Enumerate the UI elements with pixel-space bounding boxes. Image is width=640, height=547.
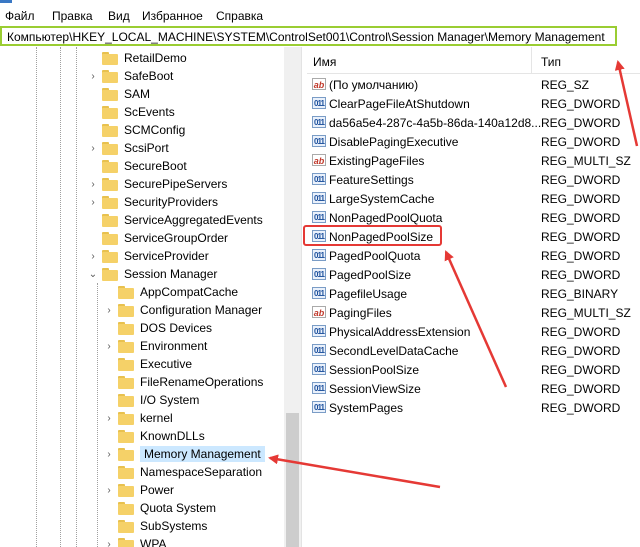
arrow-to-nonpagedpoolsize xyxy=(444,250,508,388)
annotation-arrows xyxy=(268,60,639,489)
arrow-to-memory-management xyxy=(268,454,441,489)
arrow-to-address-bar xyxy=(614,60,639,147)
